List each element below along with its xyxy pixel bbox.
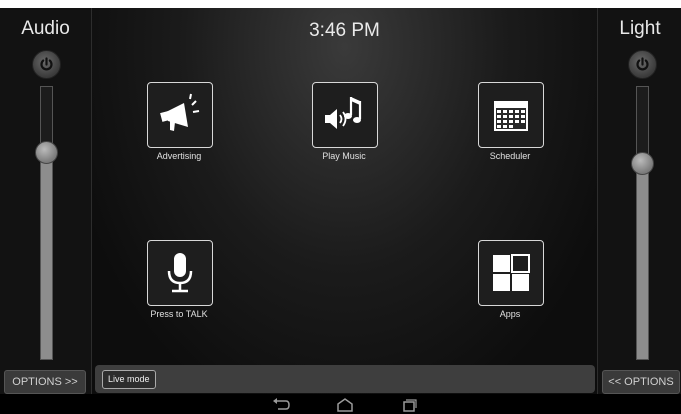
recents-icon[interactable]: [400, 398, 418, 412]
top-strip: [0, 0, 681, 8]
scheduler-tile[interactable]: [478, 82, 544, 148]
back-icon[interactable]: [272, 398, 290, 412]
apps-tile[interactable]: [478, 240, 544, 306]
light-panel: Light << OPTIONS: [597, 8, 681, 394]
play-music-tile[interactable]: [312, 82, 378, 148]
power-icon: [40, 57, 53, 71]
main-area: 3:46 PM Advertising Play Music Scheduler…: [92, 8, 597, 394]
audio-volume-knob[interactable]: [35, 141, 58, 164]
app-grid-icon: [493, 254, 530, 291]
calendar-icon: [494, 101, 528, 131]
advertising-tile[interactable]: [147, 82, 213, 148]
scheduler-label: Scheduler: [489, 151, 531, 161]
light-power-button[interactable]: [628, 50, 657, 79]
megaphone-icon: [160, 93, 200, 131]
audio-panel: Audio OPTIONS >>: [0, 8, 92, 394]
press-to-talk-tile[interactable]: [147, 240, 213, 306]
live-mode-button[interactable]: Live mode: [102, 370, 156, 389]
light-level-knob[interactable]: [631, 152, 654, 175]
navigation-bar: [0, 394, 681, 414]
light-level-slider[interactable]: [631, 86, 654, 360]
press-to-talk-label: Press to TALK: [150, 309, 208, 319]
light-title: Light: [619, 18, 661, 39]
power-icon: [636, 57, 649, 71]
music-speaker-icon: [325, 97, 362, 129]
advertising-label: Advertising: [156, 151, 202, 161]
apps-label: Apps: [499, 309, 521, 319]
light-level-fill: [637, 163, 648, 359]
audio-options-button[interactable]: OPTIONS >>: [4, 370, 86, 394]
home-icon[interactable]: [336, 398, 354, 412]
play-music-label: Play Music: [322, 151, 366, 161]
light-options-button[interactable]: << OPTIONS: [602, 370, 680, 394]
audio-title: Audio: [21, 18, 70, 39]
clock: 3:46 PM: [309, 20, 380, 41]
audio-volume-fill: [41, 152, 52, 359]
audio-power-button[interactable]: [32, 50, 61, 79]
bottom-bar: Live mode: [95, 365, 595, 393]
microphone-icon: [167, 253, 193, 293]
audio-volume-slider[interactable]: [35, 86, 58, 360]
